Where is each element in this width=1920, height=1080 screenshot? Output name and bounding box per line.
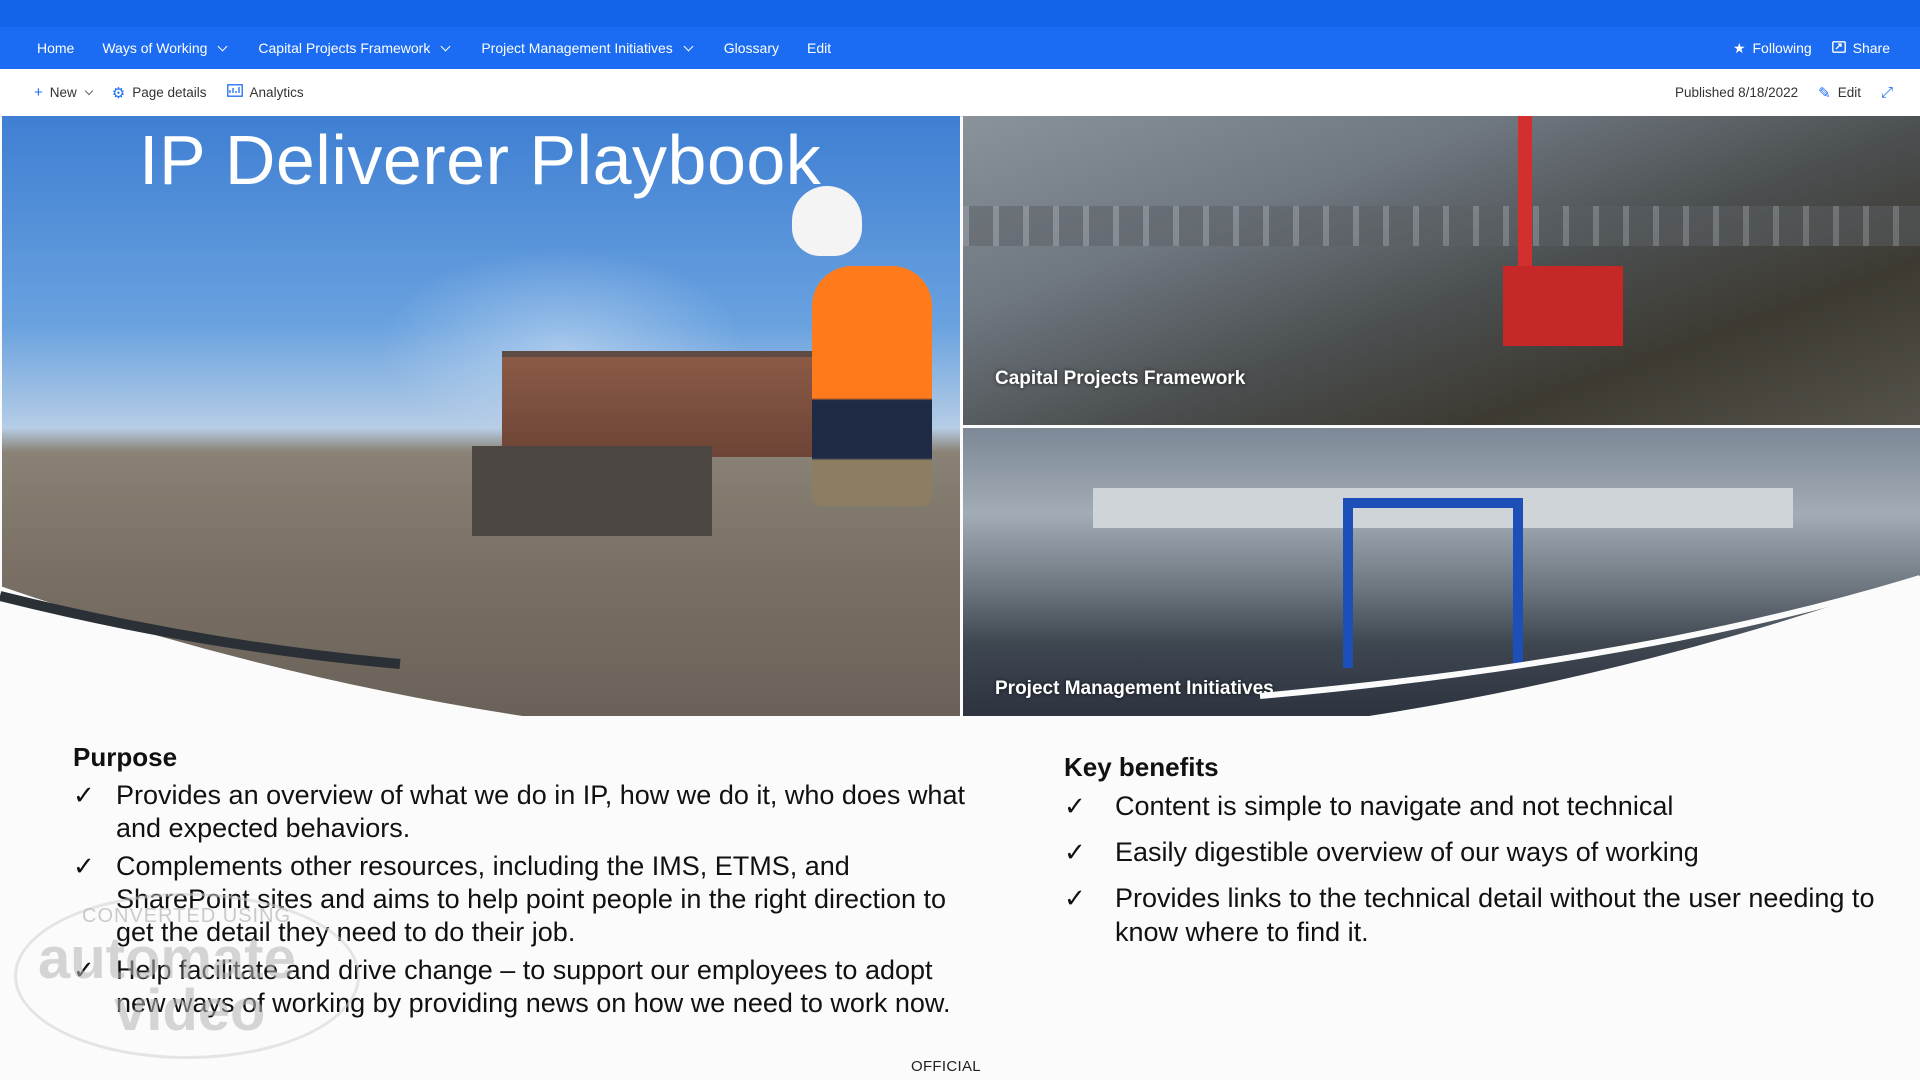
analytics-button[interactable]: Analytics: [217, 69, 314, 116]
check-icon: ✓: [73, 851, 95, 881]
nav-item-label: Ways of Working: [102, 40, 208, 56]
nav-item-label: Home: [37, 40, 75, 56]
new-button[interactable]: + New: [0, 69, 102, 116]
nav-actions: ★ Following Share: [1723, 27, 1920, 69]
analytics-label: Analytics: [249, 85, 304, 100]
key-benefits-section: Key benefits ✓ Content is simple to navig…: [1064, 752, 1904, 961]
nav-item-capital-projects-framework[interactable]: Capital Projects Framework: [244, 27, 467, 69]
classification-label: OFFICIAL: [911, 1058, 981, 1075]
gear-icon: ⚙: [111, 84, 126, 102]
following-label: Following: [1752, 40, 1812, 56]
list-item: ✓ Provides an overview of what we do in I…: [73, 779, 973, 845]
hero-wave-divider: [0, 575, 1920, 716]
chevron-down-icon: [217, 41, 228, 51]
share-icon: [1831, 40, 1846, 56]
edit-label: Edit: [1837, 85, 1861, 100]
edit-button[interactable]: ✎ Edit: [1808, 69, 1871, 116]
page-details-button[interactable]: ⚙ Page details: [102, 69, 217, 116]
list-item: ✓ Provides links to the technical detail …: [1064, 881, 1904, 949]
nav-item-label: Capital Projects Framework: [258, 40, 431, 56]
chevron-down-icon: [440, 41, 451, 51]
nav-item-label: Glossary: [723, 40, 779, 56]
nav-item-label: Project Management Initiatives: [481, 40, 673, 56]
watermark: CONVERTED USING automate video: [14, 893, 360, 1059]
list-item-text: Provides links to the technical detail w…: [1115, 883, 1875, 947]
nav-item-ways-of-working[interactable]: Ways of Working: [88, 27, 244, 69]
nav-item-project-management-initiatives[interactable]: Project Management Initiatives: [467, 27, 709, 69]
expand-button[interactable]: ⤢: [1871, 69, 1910, 116]
check-icon: ✓: [1064, 883, 1086, 913]
new-label: New: [49, 85, 77, 100]
command-bar: + New ⚙ Page details Analytics Published 8…: [0, 69, 1920, 117]
page-details-label: Page details: [132, 85, 207, 100]
check-icon: ✓: [1064, 837, 1086, 867]
suite-bar: [0, 0, 1920, 27]
published-label: Published 8/18/2022: [1675, 85, 1799, 100]
site-navigation: Home Ways of Working Capital Projects Fr…: [0, 27, 1920, 69]
hero-section: IP Deliverer Playbook Capital Projects F…: [0, 116, 1920, 716]
nav-item-label: Edit: [807, 40, 832, 56]
nav-item-home[interactable]: Home: [0, 27, 88, 69]
analytics-icon: [226, 84, 243, 101]
pencil-icon: ✎: [1818, 84, 1831, 102]
watermark-line3: video: [114, 978, 266, 1043]
check-icon: ✓: [73, 780, 95, 810]
plus-icon: +: [34, 84, 43, 101]
chevron-down-icon: [683, 41, 694, 51]
star-icon: ★: [1732, 39, 1746, 56]
list-item-text: Easily digestible overview of our ways o…: [1115, 837, 1699, 867]
list-item: ✓ Easily digestible overview of our ways …: [1064, 835, 1904, 869]
share-label: Share: [1852, 40, 1890, 56]
nav-item-glossary[interactable]: Glossary: [710, 27, 793, 69]
following-button[interactable]: ★ Following: [1723, 27, 1822, 69]
list-item-text: Content is simple to navigate and not te…: [1115, 791, 1674, 821]
list-item: ✓ Content is simple to navigate and not t…: [1064, 789, 1904, 823]
purpose-title: Purpose: [73, 742, 178, 772]
check-icon: ✓: [1064, 791, 1086, 821]
expand-icon: ⤢: [1880, 84, 1893, 101]
watermark-line1: CONVERTED USING: [82, 905, 292, 927]
published-status: Published 8/18/2022: [1641, 69, 1808, 116]
list-item-text: Provides an overview of what we do in IP…: [116, 780, 965, 843]
nav-edit-link[interactable]: Edit: [793, 27, 845, 69]
command-bar-right: Published 8/18/2022 ✎ Edit ⤢: [1641, 69, 1920, 116]
benefits-list: ✓ Content is simple to navigate and not t…: [1064, 789, 1904, 949]
key-benefits-title: Key benefits: [1064, 752, 1219, 782]
share-button[interactable]: Share: [1822, 27, 1900, 69]
chevron-down-icon: [84, 86, 94, 96]
